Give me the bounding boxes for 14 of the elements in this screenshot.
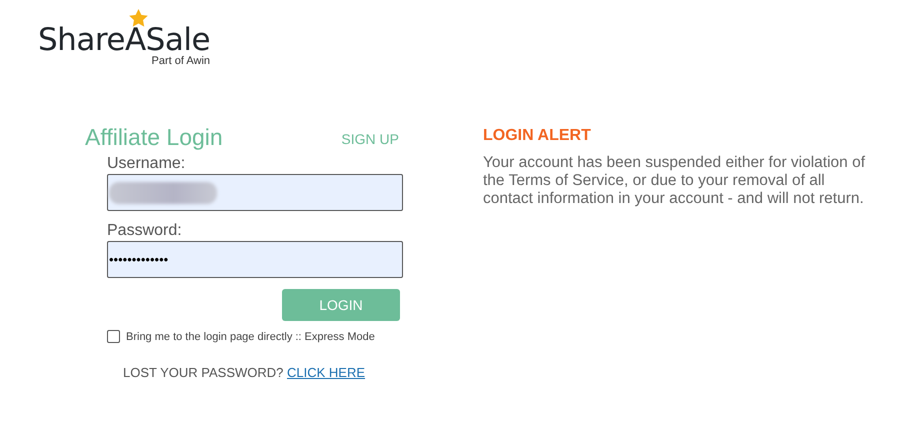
star-icon — [129, 9, 148, 27]
field-label: Username: — [107, 155, 186, 173]
lost-password-text: LOST YOUR PASSWORD? — [123, 365, 284, 380]
click-here-link[interactable]: CLICK HERE — [287, 365, 366, 380]
express-mode-label: Bring me to the login page directly :: Express Mode — [126, 330, 375, 342]
password-field[interactable]: ••••••••••••• — [107, 241, 403, 278]
logo-tagline: Part of Awin — [152, 55, 210, 67]
username-field[interactable] — [107, 174, 403, 211]
alert-message: Your account has been suspended either for violation of the Terms of Service, or due to your removal of all contact information in your account - and will not return. — [483, 154, 866, 208]
alert-title: LOGIN ALERT — [483, 127, 592, 145]
field-label: Password: — [107, 222, 183, 240]
express-mode-checkbox[interactable] — [107, 330, 120, 343]
logo-wordmark: ShareASale — [38, 23, 210, 57]
login-title: Affiliate Login — [85, 124, 223, 150]
